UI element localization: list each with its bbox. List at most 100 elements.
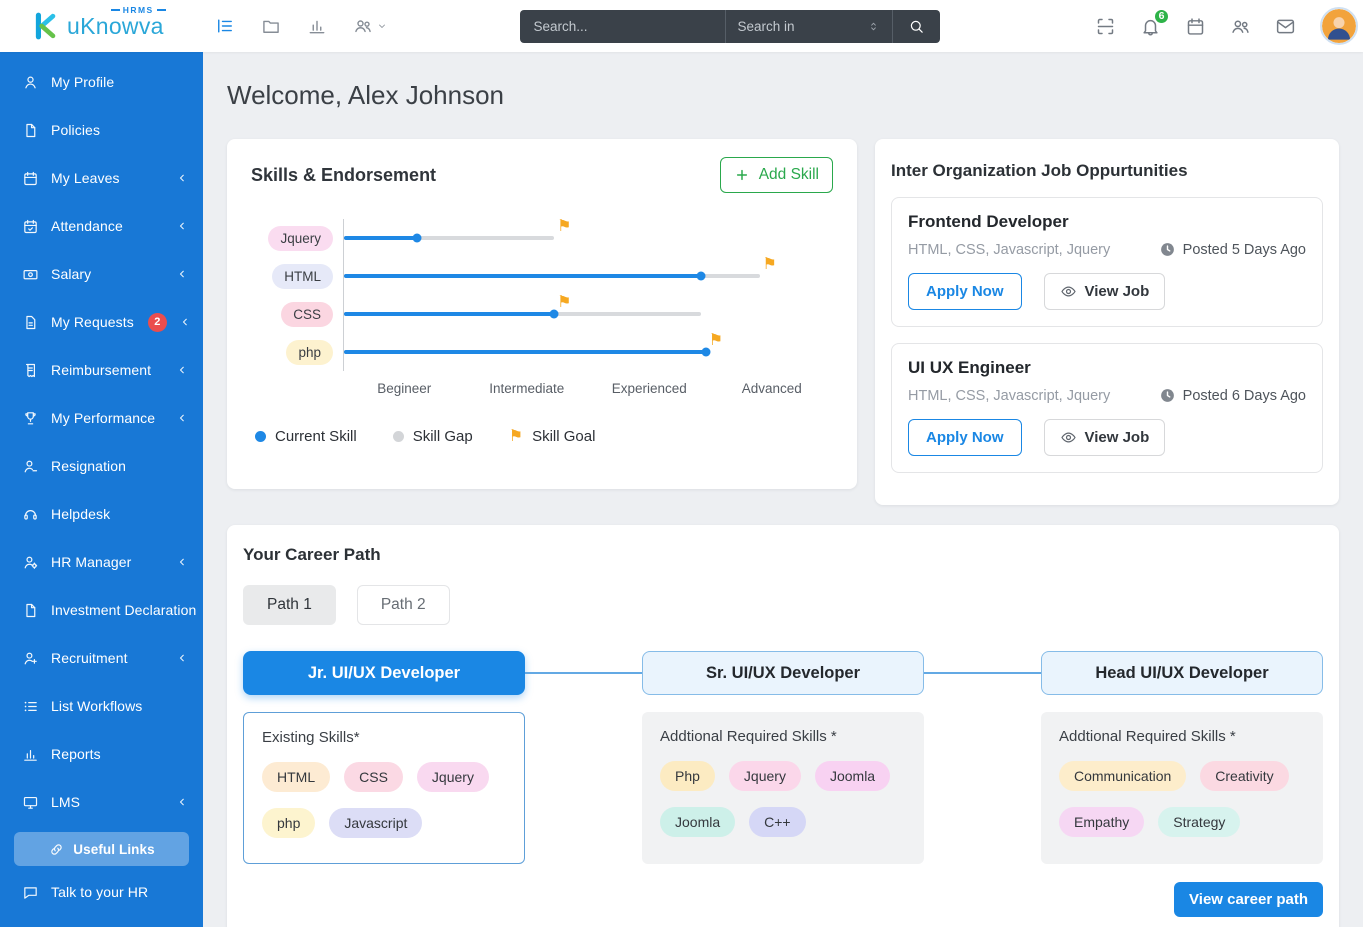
mail-icon[interactable] [1275, 16, 1296, 37]
tab-path-2[interactable]: Path 2 [357, 585, 450, 625]
sidebar-item-reimbursement[interactable]: Reimbursement [0, 346, 203, 394]
sidebar-item-my-profile[interactable]: My Profile [0, 58, 203, 106]
chevron-left-icon [176, 364, 188, 376]
sidebar-item-salary[interactable]: Salary [0, 250, 203, 298]
sidebar-item-my-requests[interactable]: My Requests 2 [0, 298, 203, 346]
sidebar-item-label: LMS [51, 794, 80, 810]
sidebar-item-label: Useful Links [73, 842, 154, 857]
sidebar-item-label: Salary [51, 266, 91, 282]
skills-card-title: Skills & Endorsement [251, 165, 436, 186]
link-icon [48, 841, 65, 858]
view-job-button[interactable]: View Job [1044, 419, 1166, 456]
scan-icon[interactable] [1095, 16, 1116, 37]
skill-label-pill: HTML [272, 264, 333, 289]
legend-skill-gap: Skill Gap [393, 428, 473, 445]
users-icon[interactable] [1230, 16, 1251, 37]
job-skills: HTML, CSS, Javascript, Jquery [908, 242, 1110, 258]
job-posted: Posted 5 Days Ago [1159, 241, 1306, 258]
sidebar-item-hr-manager[interactable]: HR Manager [0, 538, 203, 586]
apply-now-button[interactable]: Apply Now [908, 273, 1022, 310]
chevron-left-icon [176, 412, 188, 424]
chevron-left-icon [176, 652, 188, 664]
bar-chart-icon [22, 746, 39, 763]
current-skill-bar [344, 236, 417, 240]
current-skill-dot [696, 272, 705, 281]
chevron-left-icon [176, 796, 188, 808]
chevron-left-icon [179, 316, 191, 328]
apply-now-button[interactable]: Apply Now [908, 419, 1022, 456]
topbar: HRMS uKnowva Search in 6 [0, 0, 1363, 52]
search-button[interactable] [893, 10, 939, 43]
team-menu[interactable] [353, 16, 388, 36]
view-career-path-button[interactable]: View career path [1174, 882, 1323, 917]
sidebar-item-clipped[interactable] [0, 912, 203, 927]
job-card-ui-ux-engineer: UI UX Engineer HTML, CSS, Javascript, Jq… [891, 343, 1323, 473]
app-logo[interactable]: HRMS uKnowva [0, 11, 203, 41]
skill-bar-row: CSS ⚑ [251, 295, 833, 333]
skill-bar-row: HTML ⚑ [251, 257, 833, 295]
legend-current-skill: Current Skill [255, 428, 357, 445]
sidebar-item-useful-links[interactable]: Useful Links [14, 832, 189, 866]
chevron-left-icon [176, 556, 188, 568]
sidebar-item-label: Attendance [51, 218, 123, 234]
sidebar-item-label: Helpdesk [51, 506, 110, 522]
main-content: Welcome, Alex Johnson Skills & Endorseme… [203, 52, 1363, 927]
folder-icon[interactable] [261, 16, 281, 36]
chevron-left-icon [176, 220, 188, 232]
add-skill-button[interactable]: Add Skill [720, 157, 833, 193]
current-skill-dot-icon [255, 431, 266, 442]
sidebar: My Profile Policies My Leaves Attendance… [0, 52, 203, 927]
search-scope-select[interactable]: Search in [726, 10, 893, 43]
banknote-icon [22, 266, 39, 283]
sort-arrows-icon [867, 20, 880, 33]
career-node-head-uiux-developer[interactable]: Head UI/UX Developer [1041, 651, 1323, 695]
user-icon [22, 74, 39, 91]
skill-pill: HTML [262, 762, 330, 792]
sidebar-item-my-leaves[interactable]: My Leaves [0, 154, 203, 202]
sidebar-item-investment-declaration[interactable]: Investment Declaration [0, 586, 203, 634]
sidebar-item-resignation[interactable]: Resignation [0, 442, 203, 490]
sidebar-item-attendance[interactable]: Attendance [0, 202, 203, 250]
sidebar-item-helpdesk[interactable]: Helpdesk [0, 490, 203, 538]
sidebar-item-talk-to-your-hr[interactable]: Talk to your HR [0, 872, 203, 912]
sidebar-item-lms[interactable]: LMS [0, 778, 203, 826]
avatar[interactable] [1320, 7, 1358, 45]
sidebar-item-label: Reimbursement [51, 362, 151, 378]
skill-pill: Jquery [729, 761, 801, 791]
skill-goal-flag-icon: ⚑ [509, 429, 523, 445]
notification-count-badge: 6 [1153, 8, 1170, 25]
sidebar-toggle-icon[interactable] [215, 16, 235, 36]
clock-icon [1159, 387, 1176, 404]
monitor-icon [22, 794, 39, 811]
chevron-left-icon [176, 172, 188, 184]
skill-pill: Empathy [1059, 807, 1144, 837]
career-connector-line [525, 672, 642, 674]
career-node-jr-uiux-developer[interactable]: Jr. UI/UX Developer [243, 651, 525, 695]
skill-pill: Communication [1059, 761, 1186, 791]
sidebar-item-policies[interactable]: Policies [0, 106, 203, 154]
view-job-button[interactable]: View Job [1044, 273, 1166, 310]
requests-count-badge: 2 [148, 313, 167, 332]
sidebar-item-recruitment[interactable]: Recruitment [0, 634, 203, 682]
skill-pill: Joomla [660, 807, 735, 837]
search-icon [908, 18, 925, 35]
chat-icon [22, 884, 39, 901]
skill-goal-flag-icon: ⚑ [557, 219, 571, 235]
job-card-frontend-developer: Frontend Developer HTML, CSS, Javascript… [891, 197, 1323, 327]
search-input[interactable] [520, 10, 725, 43]
chevron-left-icon [176, 268, 188, 280]
sidebar-item-list-workflows[interactable]: List Workflows [0, 682, 203, 730]
current-skill-bar [344, 312, 554, 316]
x-axis-label: Advanced [711, 381, 834, 396]
sidebar-item-reports[interactable]: Reports [0, 730, 203, 778]
career-node-sr-uiux-developer[interactable]: Sr. UI/UX Developer [642, 651, 924, 695]
receipt-icon [22, 362, 39, 379]
bar-chart-icon[interactable] [307, 16, 327, 36]
sidebar-item-label: My Profile [51, 74, 114, 90]
user-plus-icon [22, 650, 39, 667]
calendar-icon[interactable] [1185, 16, 1206, 37]
sidebar-item-my-performance[interactable]: My Performance [0, 394, 203, 442]
notifications-bell[interactable]: 6 [1140, 16, 1161, 37]
tab-path-1[interactable]: Path 1 [243, 585, 336, 625]
trophy-icon [22, 410, 39, 427]
